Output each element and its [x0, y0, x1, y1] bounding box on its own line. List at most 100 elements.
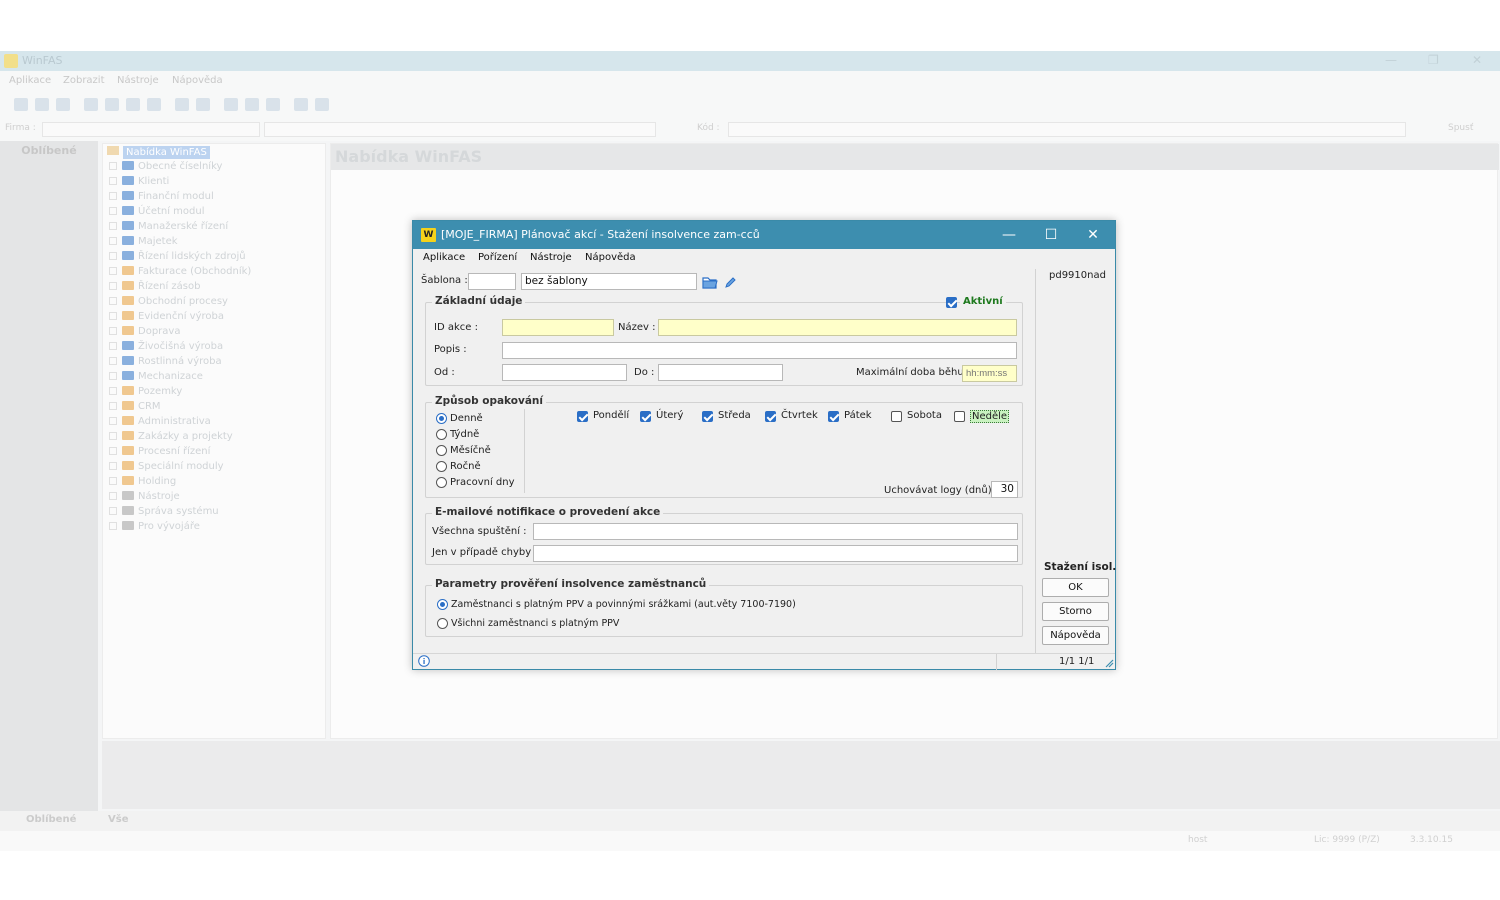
- gear-icon[interactable]: [266, 98, 280, 111]
- tree-item[interactable]: Holding: [109, 476, 176, 491]
- tree-item[interactable]: Živočišná výroba: [109, 341, 223, 356]
- id-akce-field[interactable]: [502, 319, 614, 336]
- day-checkbox[interactable]: [640, 411, 651, 422]
- view-icon[interactable]: [14, 98, 28, 111]
- expand-icon[interactable]: [109, 192, 117, 200]
- tree-item[interactable]: Účetní modul: [109, 206, 205, 221]
- restore-icon[interactable]: ❐: [1428, 53, 1439, 67]
- tree-item[interactable]: Nástroje: [109, 491, 180, 506]
- tree-item[interactable]: Doprava: [109, 326, 180, 341]
- day-checkbox[interactable]: [702, 411, 713, 422]
- tree-item[interactable]: Fakturace (Obchodník): [109, 266, 251, 281]
- tree-item[interactable]: Pro vývojáře: [109, 521, 200, 536]
- sablona-field[interactable]: bez šablony: [521, 273, 697, 290]
- up-icon[interactable]: [147, 98, 161, 111]
- help-icon[interactable]: [315, 98, 329, 111]
- repeat-radio[interactable]: [436, 477, 447, 488]
- expand-icon[interactable]: [109, 447, 117, 455]
- open-folder-icon[interactable]: [702, 275, 718, 289]
- expand-icon[interactable]: [109, 177, 117, 185]
- tree-item[interactable]: Procesní řízení: [109, 446, 210, 461]
- tree-item[interactable]: Řízení zásob: [109, 281, 200, 296]
- tree-item[interactable]: Manažerské řízení: [109, 221, 228, 236]
- edit-icon[interactable]: [724, 276, 737, 289]
- copy-icon[interactable]: [105, 98, 119, 111]
- storno-button[interactable]: Storno: [1042, 602, 1109, 621]
- repeat-radio[interactable]: [436, 429, 447, 440]
- tree-item[interactable]: Finanční modul: [109, 191, 214, 206]
- expand-icon[interactable]: [109, 372, 117, 380]
- day-checkbox[interactable]: [577, 411, 588, 422]
- param-radio[interactable]: [437, 618, 448, 629]
- expand-icon[interactable]: [109, 267, 117, 275]
- expand-icon[interactable]: [109, 342, 117, 350]
- menu-porizeni[interactable]: Pořízení: [478, 252, 517, 263]
- minimize-icon[interactable]: —: [1385, 53, 1397, 67]
- od-field[interactable]: [502, 364, 627, 381]
- nazev-field[interactable]: [658, 319, 1017, 336]
- menu-zobrazit[interactable]: Zobrazit: [63, 75, 105, 86]
- expand-icon[interactable]: [109, 522, 117, 530]
- expand-icon[interactable]: [109, 417, 117, 425]
- tree-item[interactable]: CRM: [109, 401, 161, 416]
- expand-icon[interactable]: [109, 222, 117, 230]
- tree-root[interactable]: Nabídka WinFAS: [107, 146, 210, 159]
- tree-item[interactable]: Mechanizace: [109, 371, 203, 386]
- tree-item[interactable]: Klienti: [109, 176, 169, 191]
- tree-item[interactable]: Zakázky a projekty: [109, 431, 233, 446]
- tree-item[interactable]: Rostlinná výroba: [109, 356, 222, 371]
- tree-item[interactable]: Správa systému: [109, 506, 219, 521]
- menu-napoveda[interactable]: Nápověda: [585, 252, 636, 263]
- tree-item[interactable]: Pozemky: [109, 386, 182, 401]
- expand-icon[interactable]: [109, 507, 117, 515]
- view-icon[interactable]: [56, 98, 70, 111]
- monitor-icon[interactable]: [294, 98, 308, 111]
- max-duration-field[interactable]: [962, 365, 1017, 382]
- tab-oblibene[interactable]: Oblíbené: [26, 814, 76, 825]
- tool-icon[interactable]: [245, 98, 259, 111]
- expand-icon[interactable]: [109, 207, 117, 215]
- email-all-field[interactable]: [533, 523, 1018, 540]
- expand-icon[interactable]: [109, 162, 117, 170]
- filter-icon[interactable]: [175, 98, 189, 111]
- repeat-radio[interactable]: [436, 461, 447, 472]
- popis-field[interactable]: [502, 342, 1017, 359]
- email-error-field[interactable]: [533, 545, 1018, 562]
- close-icon[interactable]: ✕: [1472, 53, 1482, 67]
- expand-icon[interactable]: [109, 312, 117, 320]
- menu-aplikace[interactable]: Aplikace: [423, 252, 465, 263]
- day-checkbox[interactable]: [891, 411, 902, 422]
- repeat-radio[interactable]: [436, 413, 447, 424]
- tree-item[interactable]: Majetek: [109, 236, 178, 251]
- param-radio[interactable]: [437, 599, 448, 610]
- napoveda-button[interactable]: Nápověda: [1042, 626, 1109, 645]
- menu-napoveda[interactable]: Nápověda: [172, 75, 223, 86]
- back-icon[interactable]: [84, 98, 98, 111]
- run-button[interactable]: Spusť: [1448, 123, 1473, 133]
- do-field[interactable]: [658, 364, 783, 381]
- tab-vse[interactable]: Vše: [108, 814, 128, 825]
- aktivni-checkbox[interactable]: [946, 297, 957, 308]
- menu-aplikace[interactable]: Aplikace: [9, 75, 51, 86]
- firm-code-field[interactable]: [42, 122, 260, 137]
- view-icon[interactable]: [35, 98, 49, 111]
- tree-item[interactable]: Obchodní procesy: [109, 296, 228, 311]
- expand-icon[interactable]: [109, 462, 117, 470]
- day-checkbox[interactable]: [828, 411, 839, 422]
- logs-field[interactable]: 30: [991, 481, 1018, 498]
- expand-icon[interactable]: [109, 252, 117, 260]
- expand-icon[interactable]: [109, 477, 117, 485]
- expand-icon[interactable]: [109, 237, 117, 245]
- firm-name-field[interactable]: [264, 122, 656, 137]
- expand-icon[interactable]: [109, 282, 117, 290]
- repeat-radio[interactable]: [436, 445, 447, 456]
- close-icon[interactable]: ✕: [1073, 223, 1113, 247]
- tree-item[interactable]: Řízení lidských zdrojů: [109, 251, 246, 266]
- star-icon[interactable]: [224, 98, 238, 111]
- maximize-icon[interactable]: ☐: [1031, 223, 1071, 247]
- sablona-code-field[interactable]: [468, 273, 516, 290]
- tree-item[interactable]: Speciální moduly: [109, 461, 224, 476]
- expand-icon[interactable]: [109, 432, 117, 440]
- expand-icon[interactable]: [109, 327, 117, 335]
- expand-icon[interactable]: [109, 387, 117, 395]
